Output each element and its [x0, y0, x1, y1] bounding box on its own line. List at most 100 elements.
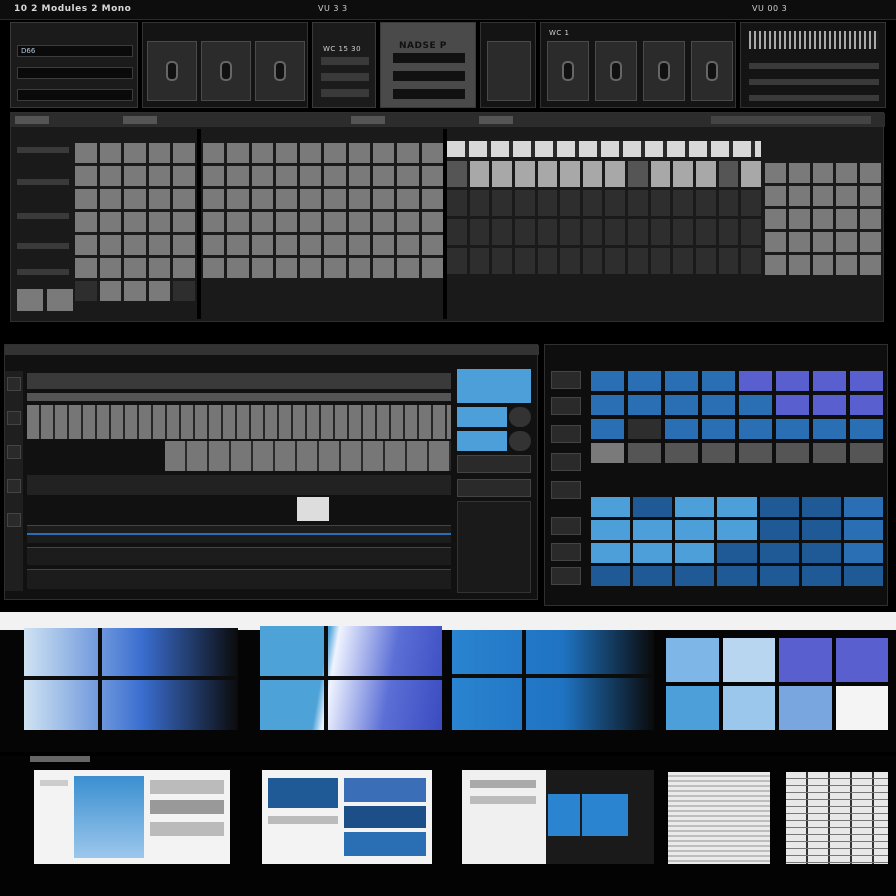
channel-button[interactable]	[551, 481, 581, 499]
document-thumbnail[interactable]	[462, 770, 654, 864]
step-cell[interactable]	[99, 235, 122, 255]
waveform-module	[740, 22, 886, 108]
keyboard-strip[interactable]	[447, 141, 761, 157]
step-cell[interactable]	[173, 212, 195, 232]
gallery-thumbnail[interactable]	[24, 628, 238, 730]
step-cell[interactable]	[148, 166, 171, 186]
gallery-thumbnail[interactable]	[666, 638, 888, 730]
tool-button[interactable]	[7, 445, 21, 459]
note-grid[interactable]	[447, 161, 761, 281]
step-cell[interactable]	[148, 235, 171, 255]
knob-icon[interactable]	[274, 61, 286, 81]
knob-icon[interactable]	[166, 61, 178, 81]
knob-icon[interactable]	[562, 61, 574, 81]
knob-slot[interactable]	[643, 41, 685, 101]
step-grid-3[interactable]	[765, 163, 881, 283]
tool-button[interactable]	[7, 479, 21, 493]
step-cell[interactable]	[124, 166, 146, 186]
step-cell[interactable]	[148, 189, 171, 209]
knob-icon[interactable]	[220, 61, 232, 81]
step-grid-2[interactable]	[203, 143, 443, 293]
step-cell[interactable]	[124, 281, 146, 301]
document-thumbnail[interactable]	[262, 770, 432, 864]
step-cell[interactable]	[99, 143, 122, 163]
knob-icon[interactable]	[610, 61, 622, 81]
app-title: 10 2 Modules 2 Mono	[14, 4, 132, 14]
channel-button[interactable]	[551, 517, 581, 535]
step-cell[interactable]	[75, 235, 97, 255]
sequencer-panel	[10, 112, 885, 322]
preset-button[interactable]	[457, 407, 507, 427]
step-cell[interactable]	[99, 166, 122, 186]
step-grid-1[interactable]	[75, 143, 195, 313]
selected-clip[interactable]	[297, 497, 329, 521]
module-label: WC 1	[549, 29, 570, 37]
knob-slot[interactable]	[487, 41, 531, 101]
step-cell[interactable]	[173, 166, 195, 186]
tool-strip	[5, 371, 23, 591]
step-cell[interactable]	[75, 166, 97, 186]
step-cell[interactable]	[99, 281, 122, 301]
step-cell[interactable]	[75, 189, 97, 209]
step-cell[interactable]	[99, 258, 122, 278]
gallery-thumbnail[interactable]	[452, 630, 654, 730]
tool-button[interactable]	[7, 411, 21, 425]
step-cell[interactable]	[75, 212, 97, 232]
knob-slot[interactable]	[147, 41, 197, 101]
step-cell[interactable]	[99, 212, 122, 232]
step-cell[interactable]	[124, 258, 146, 278]
step-cell[interactable]	[173, 189, 195, 209]
knob-slot[interactable]	[595, 41, 637, 101]
channel-button[interactable]	[551, 425, 581, 443]
step-cell[interactable]	[173, 258, 195, 278]
knob-slot[interactable]	[255, 41, 305, 101]
option-button[interactable]	[457, 455, 531, 473]
step-cell[interactable]	[124, 235, 146, 255]
clip-matrix-lower[interactable]	[591, 497, 883, 593]
display-module: D66	[10, 22, 138, 108]
step-cell[interactable]	[75, 258, 97, 278]
step-cell[interactable]	[99, 189, 122, 209]
document-thumbnail[interactable]	[786, 772, 888, 864]
step-cell[interactable]	[148, 212, 171, 232]
clip-lane[interactable]	[27, 405, 451, 439]
step-cell[interactable]	[124, 143, 146, 163]
step-cell[interactable]	[148, 281, 171, 301]
preview-button[interactable]	[457, 369, 531, 403]
step-cell[interactable]	[173, 143, 195, 163]
clip-lane[interactable]	[165, 441, 451, 471]
knob-icon[interactable]	[509, 431, 531, 451]
knob-slot[interactable]	[547, 41, 589, 101]
waveform-display	[749, 31, 879, 49]
knob-icon[interactable]	[509, 407, 531, 427]
track-editor	[4, 344, 539, 600]
screen-line	[17, 67, 133, 79]
inspector-area	[457, 501, 531, 593]
step-cell[interactable]	[173, 235, 195, 255]
step-cell[interactable]	[148, 258, 171, 278]
knob-icon[interactable]	[706, 61, 718, 81]
knob-icon[interactable]	[658, 61, 670, 81]
clip-matrix-upper[interactable]	[591, 371, 883, 475]
document-thumbnail[interactable]	[34, 770, 230, 864]
knob-slot[interactable]	[691, 41, 733, 101]
tool-button[interactable]	[7, 513, 21, 527]
preset-button[interactable]	[457, 431, 507, 451]
timeline-ruler[interactable]	[27, 373, 451, 389]
gallery-thumbnail[interactable]	[260, 626, 442, 730]
option-button[interactable]	[457, 479, 531, 497]
center-module: NADSE P	[380, 22, 476, 108]
channel-button[interactable]	[551, 453, 581, 471]
knob-module-2: WC 1	[540, 22, 736, 108]
channel-button[interactable]	[551, 371, 581, 389]
tool-button[interactable]	[7, 377, 21, 391]
channel-button[interactable]	[551, 397, 581, 415]
document-thumbnail[interactable]	[668, 772, 770, 864]
step-cell[interactable]	[148, 143, 171, 163]
channel-button[interactable]	[551, 543, 581, 561]
step-cell[interactable]	[124, 189, 146, 209]
knob-slot[interactable]	[201, 41, 251, 101]
channel-button[interactable]	[551, 567, 581, 585]
step-cell[interactable]	[75, 143, 97, 163]
step-cell[interactable]	[124, 212, 146, 232]
